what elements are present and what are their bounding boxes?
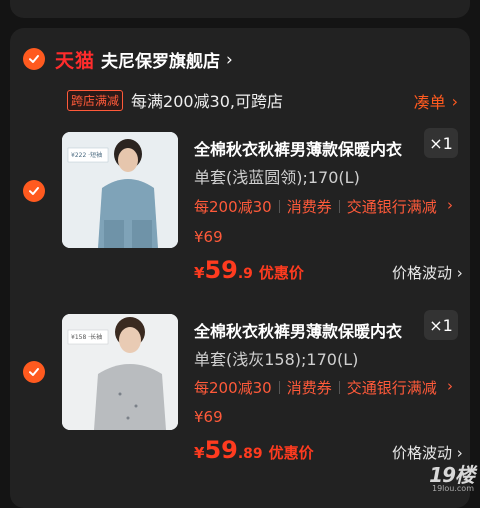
price-fluctuation-label: 价格波动 <box>392 444 453 462</box>
site-watermark: 19楼 19lou.com <box>429 463 475 493</box>
divider <box>278 381 280 394</box>
quantity-selector[interactable]: ×1 <box>424 128 458 158</box>
tag-coupon: 消费券 <box>286 198 332 216</box>
previous-store-card <box>10 0 470 18</box>
tag-coupon: 消费券 <box>286 379 332 397</box>
item-select-checkbox[interactable] <box>23 180 45 202</box>
promo-tags[interactable]: 每200减30 消费券 交通银行满减 <box>194 196 437 217</box>
tmall-logo: 天猫 <box>55 50 96 72</box>
check-icon <box>29 187 39 195</box>
product-image: ¥222 ·短袖 <box>62 132 178 248</box>
price-fluctuation-link[interactable]: 价格波动 › <box>392 442 463 463</box>
product-thumbnail[interactable]: ¥158 ·长袖 <box>62 314 178 430</box>
product-title[interactable]: 全棉秋衣秋裤男薄款保暖内衣 <box>194 318 402 342</box>
divider <box>338 381 340 394</box>
price-fluctuation-label: 价格波动 <box>392 264 453 282</box>
item-select-checkbox[interactable] <box>23 361 45 383</box>
discount-price: ¥ 59 .89 优惠价 <box>194 436 314 464</box>
sku-spec-selector[interactable]: 单套(浅蓝圆领);170(L) <box>194 164 360 188</box>
add-on-items-label: 凑单 <box>413 93 446 112</box>
quantity-selector[interactable]: ×1 <box>424 310 458 340</box>
divider <box>278 200 280 213</box>
tag-bank-discount: 交通银行满减 <box>346 198 437 216</box>
price-integer: 59 <box>204 436 238 464</box>
price-integer: 59 <box>204 256 238 284</box>
product-title[interactable]: 全棉秋衣秋裤男薄款保暖内衣 <box>194 136 402 160</box>
original-price: ¥69 <box>194 228 223 246</box>
divider <box>338 200 340 213</box>
price-label: 优惠价 <box>258 264 304 282</box>
chevron-right-icon: › <box>456 264 463 282</box>
product-thumbnail[interactable]: ¥222 ·短袖 <box>62 132 178 248</box>
price-currency: ¥ <box>194 444 205 462</box>
watermark-logo: 19楼 <box>429 463 475 487</box>
chevron-right-icon[interactable]: › <box>447 377 453 395</box>
price-currency: ¥ <box>194 264 205 282</box>
thumb-badge-text: ¥222 ·短袖 <box>71 151 102 159</box>
add-on-items-button[interactable]: 凑单 › <box>414 89 458 113</box>
thumb-badge-text: ¥158 ·长袖 <box>71 333 102 341</box>
tag-discount: 每200减30 <box>194 198 272 216</box>
chevron-right-icon: › <box>451 91 458 111</box>
price-decimal: .89 <box>237 446 263 462</box>
store-header[interactable]: 天猫 夫尼保罗旗舰店 › <box>55 46 233 73</box>
price-fluctuation-link[interactable]: 价格波动 › <box>392 262 463 283</box>
check-icon <box>29 368 39 376</box>
check-icon <box>29 55 39 63</box>
promo-text: 每满200减30,可跨店 <box>131 92 284 111</box>
cross-store-discount-badge: 跨店满减 <box>67 89 124 111</box>
chevron-right-icon: › <box>226 49 233 70</box>
tag-bank-discount: 交通银行满减 <box>346 379 437 397</box>
chevron-right-icon: › <box>456 444 463 462</box>
price-label: 优惠价 <box>268 444 314 462</box>
product-image: ¥158 ·长袖 <box>62 314 178 430</box>
sku-spec-selector[interactable]: 单套(浅灰158);170(L) <box>194 346 358 370</box>
watermark-domain: 19lou.com <box>432 484 474 493</box>
discount-price: ¥ 59 .9 优惠价 <box>194 256 304 284</box>
store-name[interactable]: 夫尼保罗旗舰店 <box>101 47 220 72</box>
price-decimal: .9 <box>237 266 253 282</box>
promo-row: 跨店满减 每满200减30,可跨店 <box>67 88 283 112</box>
promo-tags[interactable]: 每200减30 消费券 交通银行满减 <box>194 377 437 398</box>
original-price: ¥69 <box>194 408 223 426</box>
chevron-right-icon[interactable]: › <box>447 196 453 214</box>
store-select-checkbox[interactable] <box>23 48 45 70</box>
tag-discount: 每200减30 <box>194 379 272 397</box>
